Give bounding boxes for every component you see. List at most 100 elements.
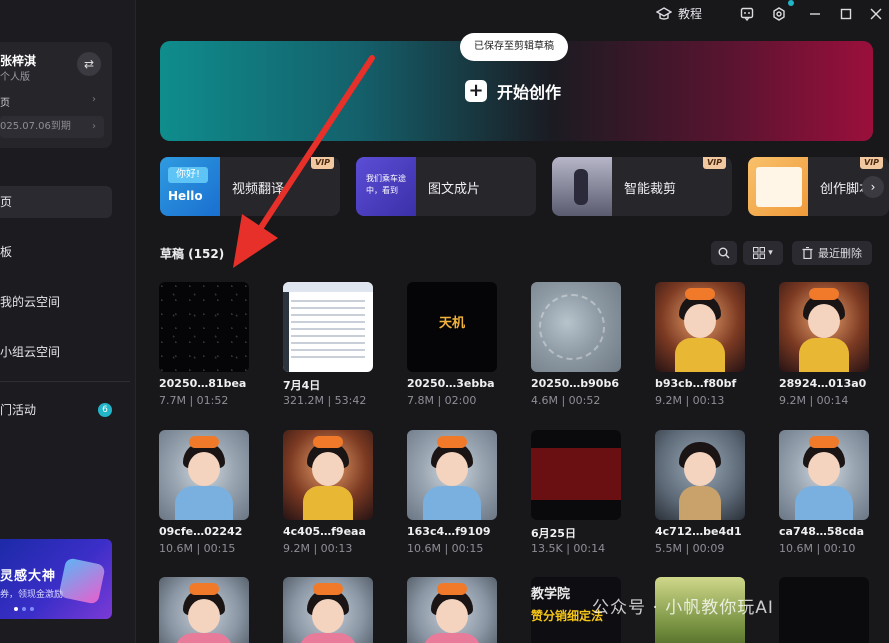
thumb-text: 天机 (438, 316, 465, 331)
draft-thumbnail (159, 430, 249, 520)
draft-name: 28924…013a0 (779, 377, 867, 390)
thumb-bubble: 你好! (168, 167, 208, 183)
carousel-dots[interactable] (14, 607, 34, 611)
smart-crop-thumbnail (552, 157, 612, 216)
draft-thumbnail (531, 282, 621, 372)
draft-name: 4c405…f9eaa (283, 525, 366, 538)
watermark-text: 公众号 · 小帆教你玩AI (592, 598, 774, 618)
chevron-right-icon[interactable]: › (862, 176, 884, 198)
start-creation-label: 开始创作 (497, 83, 562, 102)
tutorial-label: 教程 (678, 7, 703, 21)
promo-art (58, 557, 106, 605)
grid-view-icon (753, 247, 766, 259)
draft-thumbnail (655, 430, 745, 520)
vip-badge: VIP (702, 157, 726, 169)
promo-subtitle: 券，领现金激励 (0, 590, 64, 600)
sidebar-item-events-label: 门活动 (0, 403, 37, 417)
draft-name: 7月4日 (283, 379, 321, 392)
sidebar-item-my-cloud[interactable]: 我的云空间 (0, 286, 112, 318)
draft-meta: 13.5K | 00:14 (531, 542, 606, 555)
user-profile-link[interactable]: 页 › (0, 94, 104, 109)
draft-meta: 321.2M | 53:42 (283, 394, 367, 407)
trash-icon (802, 247, 813, 259)
draft-thumbnail (159, 577, 249, 643)
chevron-right-icon: › (92, 121, 96, 132)
chevron-down-icon: ▾ (768, 248, 773, 258)
maximize-icon[interactable] (837, 5, 855, 23)
text-to-video-thumbnail: 我们乘车途中，看到 (356, 157, 416, 216)
draft-thumbnail (407, 430, 497, 520)
minimize-icon[interactable] (806, 5, 824, 23)
sidebar-item-templates[interactable]: 板 (0, 236, 112, 268)
sidebar-item-team-cloud[interactable]: 小组云空间 (0, 336, 112, 368)
draft-meta: 9.2M | 00:13 (283, 542, 353, 555)
membership-expiry[interactable]: 025.07.06到期 › (0, 116, 104, 138)
draft-meta: 7.7M | 01:52 (159, 394, 229, 407)
switch-account-icon[interactable]: ⇄ (77, 52, 101, 76)
events-count-badge: 6 (98, 403, 112, 417)
sidebar: 张梓淇 个人版 ⇄ 页 › 025.07.06到期 › 页 板 我的云空间 小组… (0, 0, 136, 643)
draft-meta: 5.5M | 00:09 (655, 542, 725, 555)
vip-badge: VIP (859, 157, 883, 169)
draft-thumbnail (531, 430, 621, 520)
draft-thumbnail (407, 577, 497, 643)
plus-icon: + (465, 80, 487, 102)
video-translate-thumbnail: 你好! Hello (160, 157, 220, 216)
user-name: 张梓淇 (0, 54, 37, 68)
saved-toast: 已保存至剪辑草稿 (460, 33, 568, 61)
tile-label: 图文成片 (428, 182, 481, 197)
draft-meta: 10.6M | 00:10 (779, 542, 856, 555)
draft-name: 20250…3ebba (407, 377, 495, 390)
feedback-icon[interactable] (738, 5, 756, 23)
draft-meta: 10.6M | 00:15 (407, 542, 484, 555)
drafts-title: 草稿 (152) (160, 247, 225, 261)
search-icon[interactable] (711, 241, 737, 265)
draft-meta: 7.8M | 02:00 (407, 394, 477, 407)
draft-name: 4c712…be4d1 (655, 525, 742, 538)
draft-thumbnail (283, 430, 373, 520)
thumb-text: 教学院 (531, 587, 571, 602)
sidebar-divider (0, 381, 130, 382)
draft-name: 163c4…f9109 (407, 525, 491, 538)
tile-video-translate[interactable]: 你好! Hello 视频翻译 VIP (160, 157, 340, 216)
draft-thumbnail (779, 430, 869, 520)
tile-text-to-video[interactable]: 我们乘车途中，看到 图文成片 (356, 157, 536, 216)
draft-meta: 9.2M | 00:13 (655, 394, 725, 407)
thumb-hello: Hello (168, 189, 203, 203)
sidebar-item-home[interactable]: 页 (0, 186, 112, 218)
draft-thumbnail (159, 282, 249, 372)
title-bar: 教程 (136, 0, 889, 28)
draft-thumbnail (283, 282, 373, 372)
start-creation-button[interactable]: + 开始创作 (465, 79, 561, 103)
draft-name: 6月25日 (531, 527, 576, 540)
recent-delete-label: 最近删除 (818, 247, 862, 260)
draft-name: 09cfe…02242 (159, 525, 243, 538)
settings-icon[interactable] (770, 5, 788, 23)
promo-title: 灵感大神 (0, 569, 57, 584)
draft-name: ca748…58cda (779, 525, 865, 538)
sidebar-item-events[interactable]: 门活动 6 (0, 394, 112, 426)
user-row-label: 页 (0, 98, 10, 109)
promo-banner[interactable]: 灵感大神 券，领现金激励 (0, 539, 112, 619)
script-thumbnail (748, 157, 808, 216)
draft-name: 20250…b90b6 (531, 377, 619, 390)
draft-thumbnail (283, 577, 373, 643)
draft-meta: 9.2M | 00:14 (779, 394, 849, 407)
tutorial-button[interactable]: 教程 (656, 5, 702, 22)
close-icon[interactable] (867, 5, 885, 23)
draft-name: 20250…81bea (159, 377, 247, 390)
vip-badge: VIP (310, 157, 334, 169)
draft-thumbnail (779, 282, 869, 372)
tile-label: 智能裁剪 (624, 182, 677, 197)
view-toggle-button[interactable]: ▾ (743, 241, 783, 265)
chevron-right-icon: › (92, 94, 96, 105)
expiry-label: 025.07.06到期 (0, 121, 71, 132)
draft-thumbnail (655, 282, 745, 372)
tile-label: 视频翻译 (232, 182, 285, 197)
tile-smart-crop[interactable]: 智能裁剪 VIP (552, 157, 732, 216)
draft-thumbnail: 天机 (407, 282, 497, 372)
recent-delete-button[interactable]: 最近删除 (792, 241, 872, 265)
notification-dot (788, 0, 794, 6)
draft-meta: 10.6M | 00:15 (159, 542, 236, 555)
user-card[interactable]: 张梓淇 个人版 ⇄ 页 › 025.07.06到期 › (0, 42, 112, 148)
